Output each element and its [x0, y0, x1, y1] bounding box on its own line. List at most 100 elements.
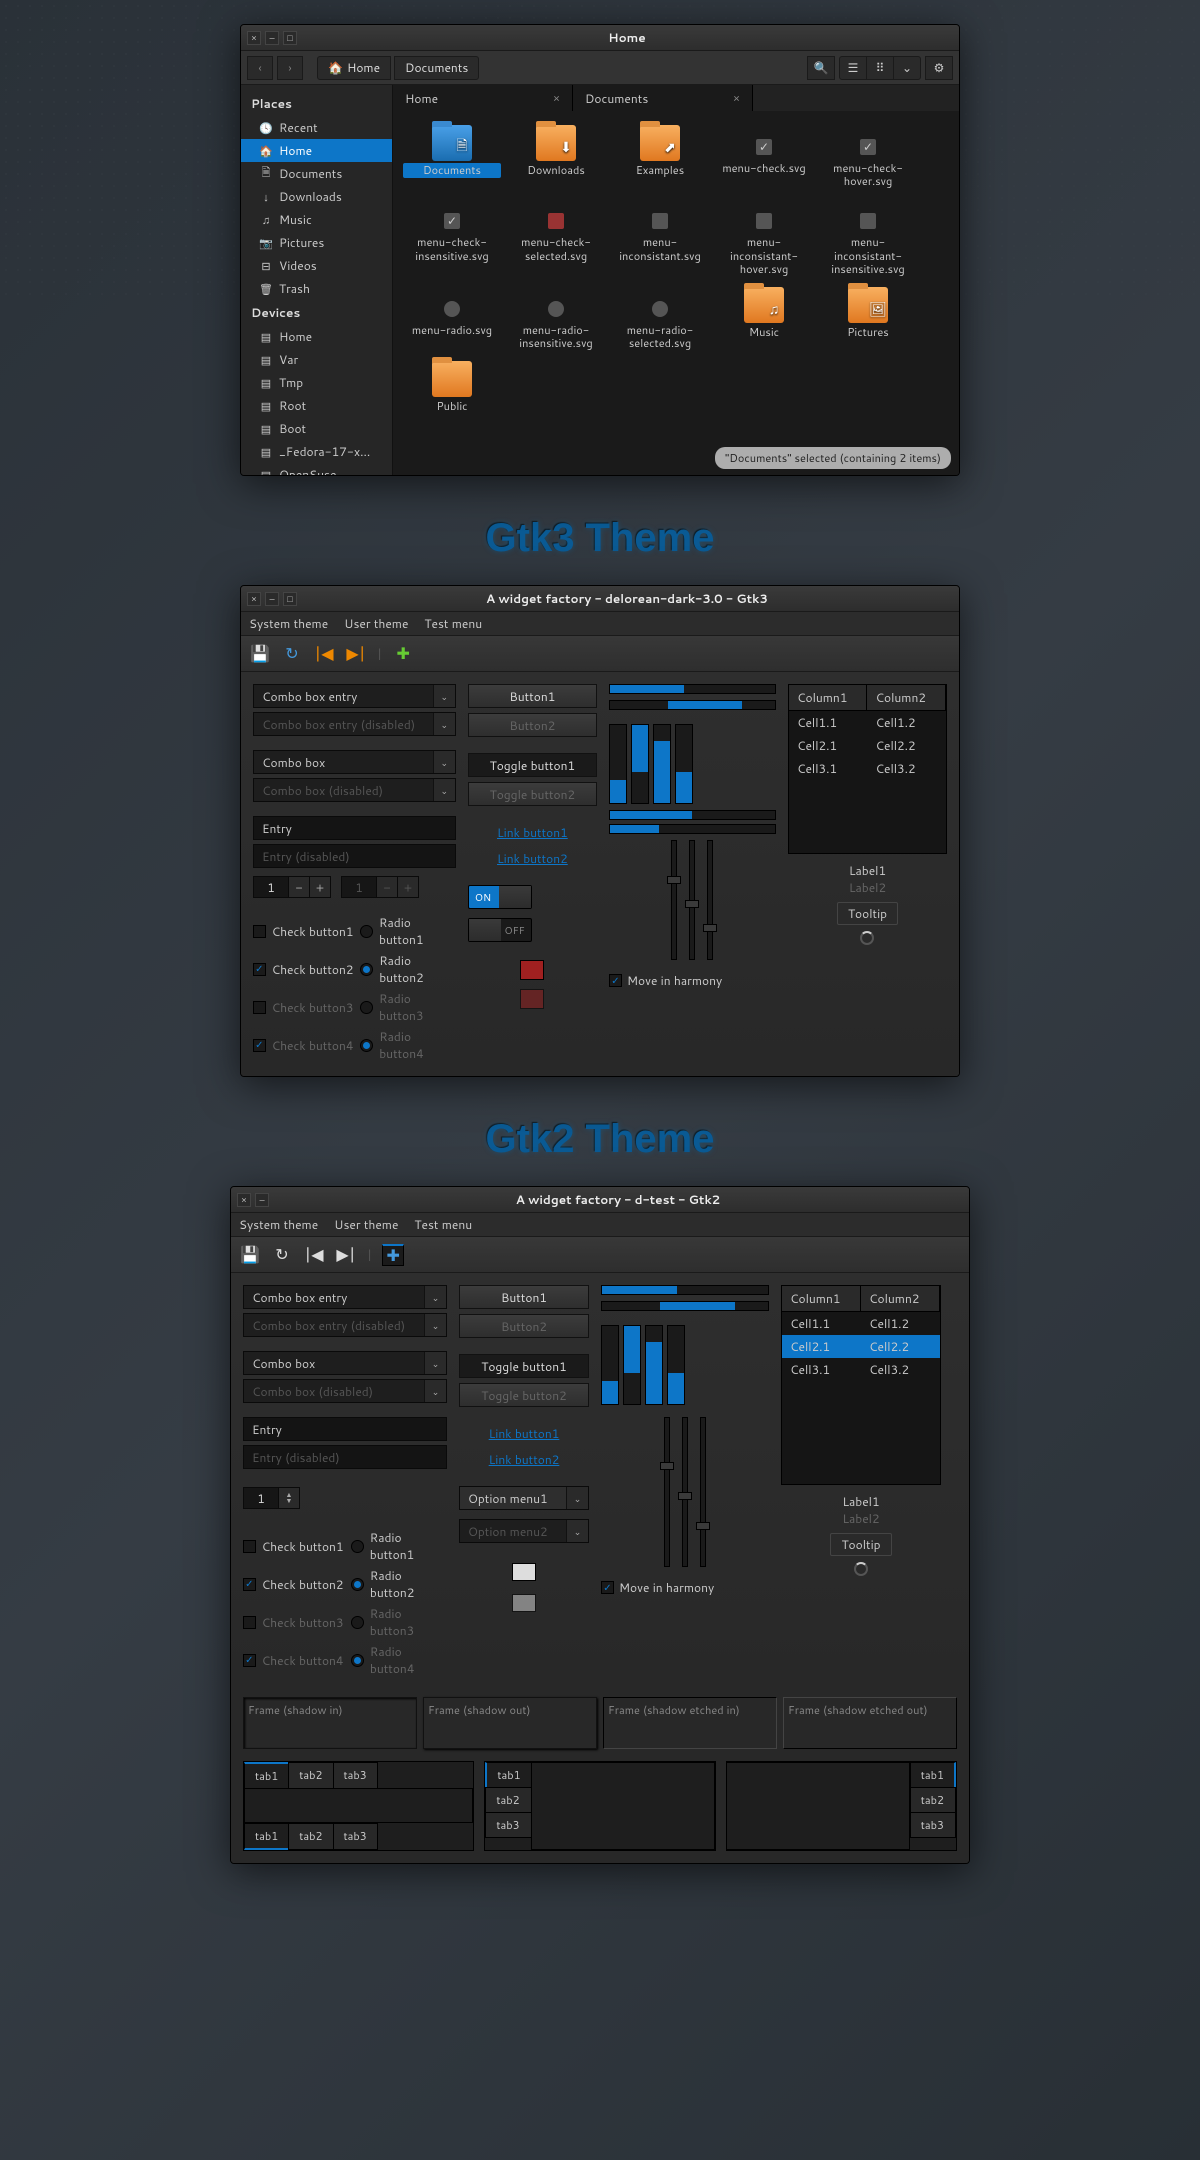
slider-vertical[interactable] — [664, 1417, 670, 1567]
close-icon[interactable]: × — [733, 90, 740, 106]
tab-home[interactable]: Home× — [393, 85, 573, 111]
refresh-icon[interactable]: ↻ — [271, 1244, 293, 1266]
sidebar-device-opensuse[interactable]: ▤OpenSuse — [241, 463, 392, 475]
file-item[interactable]: menu-radio-selected.svg — [611, 283, 709, 351]
combo-box-entry[interactable]: Combo box entry⌄ — [243, 1285, 447, 1309]
titlebar[interactable]: × – A widget factory - d-test - Gtk2 — [231, 1187, 969, 1213]
plus-icon[interactable]: + — [309, 876, 331, 898]
tab2[interactable]: tab2 — [485, 1787, 531, 1813]
minimize-icon[interactable]: – — [265, 592, 279, 606]
check-radio-row[interactable]: Check button1Radio button1 — [243, 1527, 447, 1565]
chevron-down-icon[interactable]: ⌄ — [424, 1286, 446, 1308]
equalizer[interactable] — [609, 724, 776, 804]
tab3[interactable]: tab3 — [485, 1812, 531, 1838]
menu-test[interactable]: Test menu — [424, 615, 482, 632]
sidebar-device-tmp[interactable]: ▤Tmp — [241, 371, 392, 394]
close-icon[interactable]: × — [247, 31, 261, 45]
switch-on[interactable]: ON — [468, 885, 532, 909]
spin-button[interactable]: 1−+ — [253, 876, 331, 898]
add-icon[interactable]: ✚ — [392, 643, 414, 665]
file-item[interactable]: Public — [403, 357, 501, 414]
file-grid[interactable]: 🗎Documents⬇Downloads⬈Examplesmenu-check.… — [393, 111, 959, 475]
check-radio-row[interactable]: Check button1Radio button1 — [253, 912, 456, 950]
titlebar[interactable]: × – □ A widget factory - delorean-dark-3… — [241, 586, 959, 612]
tab2[interactable]: tab2 — [288, 1823, 333, 1850]
sidebar-item-recent[interactable]: 🕓Recent — [241, 116, 392, 139]
table-row[interactable]: Cell2.1Cell2.2 — [782, 1335, 940, 1358]
close-icon[interactable]: × — [247, 592, 261, 606]
tab3[interactable]: tab3 — [910, 1812, 956, 1838]
tab2[interactable]: tab2 — [910, 1787, 956, 1813]
file-item[interactable]: menu-check.svg — [715, 121, 813, 189]
chevron-down-icon[interactable]: ⌄ — [424, 1352, 446, 1374]
close-icon[interactable]: × — [237, 1193, 251, 1207]
toggle-button1[interactable]: Toggle button1 — [459, 1354, 589, 1378]
slider-vertical[interactable] — [707, 840, 713, 960]
toggle-button1[interactable]: Toggle button1 — [468, 753, 597, 777]
option-menu1[interactable]: Option menu1⌄ — [459, 1486, 589, 1510]
chevron-down-icon[interactable]: ⌄ — [433, 685, 455, 707]
file-item[interactable]: menu-inconsistant-insensitive.svg — [819, 195, 917, 277]
minimize-icon[interactable]: – — [255, 1193, 269, 1207]
sidebar-device-var[interactable]: ▤Var — [241, 348, 392, 371]
slider-horizontal[interactable] — [609, 824, 776, 834]
tab1[interactable]: tab1 — [910, 1762, 956, 1788]
table-row[interactable]: Cell3.1Cell3.2 — [789, 757, 946, 780]
link-button1[interactable]: Link button1 — [459, 1423, 589, 1444]
slider-vertical[interactable] — [689, 840, 695, 960]
equalizer[interactable] — [601, 1325, 769, 1405]
file-item[interactable]: ♫Music — [715, 283, 813, 351]
tab3[interactable]: tab3 — [333, 1762, 378, 1789]
save-icon[interactable]: 💾 — [249, 643, 271, 665]
checkbox-icon[interactable] — [253, 925, 266, 938]
check-radio-row[interactable]: ✓Check button2Radio button2 — [243, 1565, 447, 1603]
maximize-icon[interactable]: □ — [283, 31, 297, 45]
tree-view[interactable]: Column1Column2 Cell1.1Cell1.2Cell2.1Cell… — [788, 684, 947, 854]
last-icon[interactable]: ▶| — [345, 643, 367, 665]
combo-box[interactable]: Combo box⌄ — [243, 1351, 447, 1375]
harmony-checkbox[interactable]: ✓Move in harmony — [609, 972, 776, 989]
maximize-icon[interactable]: □ — [283, 592, 297, 606]
file-item[interactable]: menu-inconsistant-hover.svg — [715, 195, 813, 277]
view-list-icon[interactable]: ☰ — [839, 56, 867, 80]
minus-icon[interactable]: − — [288, 876, 310, 898]
tree-view[interactable]: Column1Column2 Cell1.1Cell1.2Cell2.1Cell… — [781, 1285, 941, 1485]
tab1[interactable]: tab1 — [485, 1762, 531, 1788]
entry-field[interactable]: Entry — [253, 816, 456, 840]
menu-user-theme[interactable]: User theme — [334, 1216, 398, 1233]
last-icon[interactable]: ▶| — [335, 1244, 357, 1266]
tab-documents[interactable]: Documents× — [573, 85, 753, 111]
file-item[interactable]: menu-inconsistant.svg — [611, 195, 709, 277]
radio-icon[interactable] — [351, 1578, 364, 1591]
file-item[interactable]: ⬈Examples — [611, 121, 709, 189]
table-row[interactable]: Cell1.1Cell1.2 — [789, 711, 946, 734]
menu-user-theme[interactable]: User theme — [344, 615, 408, 632]
menu-system-theme[interactable]: System theme — [249, 615, 328, 632]
slider-vertical[interactable] — [700, 1417, 706, 1567]
first-icon[interactable]: |◀ — [313, 643, 335, 665]
sidebar-device-_fedora-17-x...[interactable]: ▤_Fedora-17-x... — [241, 440, 392, 463]
save-icon[interactable]: 💾 — [239, 1244, 261, 1266]
search-icon[interactable]: 🔍 — [807, 56, 835, 80]
tab1[interactable]: tab1 — [244, 1823, 289, 1850]
sidebar-item-documents[interactable]: 🗎Documents — [241, 162, 392, 185]
minimize-icon[interactable]: – — [265, 31, 279, 45]
link-button2[interactable]: Link button2 — [459, 1449, 589, 1470]
file-item[interactable]: ⬇Downloads — [507, 121, 605, 189]
sidebar-item-music[interactable]: ♫Music — [241, 208, 392, 231]
table-row[interactable]: Cell1.1Cell1.2 — [782, 1312, 940, 1335]
path-segment-documents[interactable]: Documents — [394, 56, 479, 80]
file-item[interactable]: menu-check-selected.svg — [507, 195, 605, 277]
spin-buttons[interactable]: ▲▼ — [278, 1487, 300, 1509]
sidebar-item-trash[interactable]: 🗑Trash — [241, 277, 392, 300]
close-icon[interactable]: × — [553, 90, 560, 106]
combo-box[interactable]: Combo box⌄ — [253, 750, 456, 774]
sidebar-item-videos[interactable]: ⊟Videos — [241, 254, 392, 277]
radio-icon[interactable] — [360, 963, 373, 976]
file-item[interactable]: 🗎Documents — [403, 121, 501, 189]
spin-button[interactable]: 1▲▼ — [243, 1487, 447, 1509]
color-button[interactable] — [520, 960, 544, 980]
entry-field[interactable]: Entry — [243, 1417, 447, 1441]
button1[interactable]: Button1 — [459, 1285, 589, 1309]
forward-button[interactable]: › — [277, 56, 303, 80]
